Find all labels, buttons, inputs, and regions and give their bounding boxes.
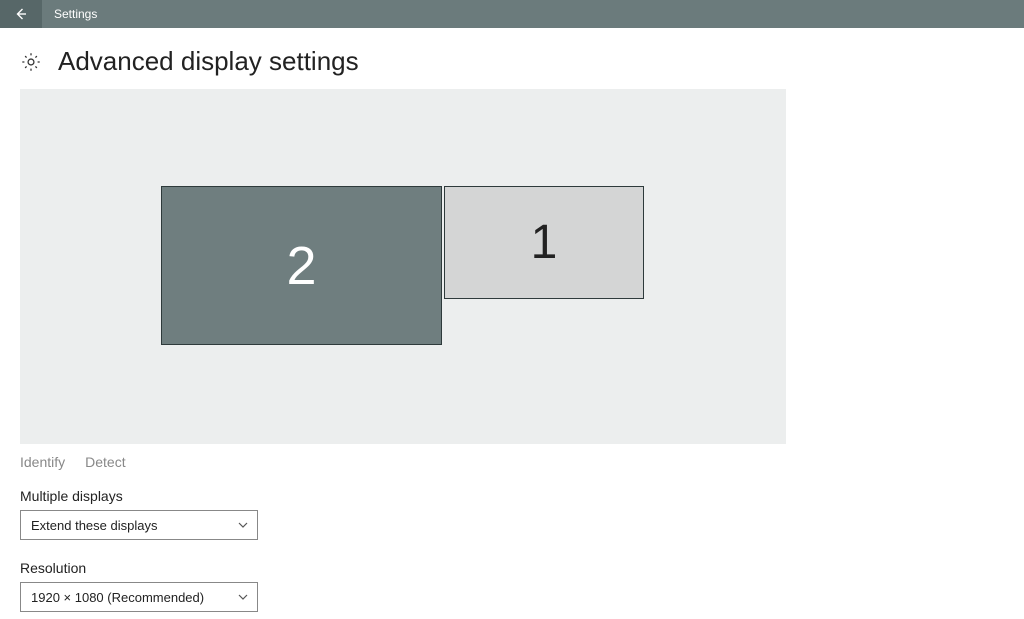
display-action-links: Identify Detect <box>20 454 1004 470</box>
monitor-1[interactable]: 1 <box>444 186 644 299</box>
monitor-2[interactable]: 2 <box>161 186 442 345</box>
back-button[interactable] <box>0 0 42 28</box>
resolution-label: Resolution <box>20 560 1004 576</box>
chevron-down-icon <box>237 591 249 603</box>
multiple-displays-dropdown[interactable]: Extend these displays <box>20 510 258 540</box>
page-header: Advanced display settings <box>20 46 1004 77</box>
display-arrangement-area[interactable]: 2 1 <box>20 89 786 444</box>
app-title: Settings <box>42 0 97 28</box>
arrow-left-icon <box>13 6 29 22</box>
multiple-displays-label: Multiple displays <box>20 488 1004 504</box>
page-title: Advanced display settings <box>58 46 359 77</box>
identify-link[interactable]: Identify <box>20 454 65 470</box>
detect-link[interactable]: Detect <box>85 454 125 470</box>
monitor-2-label: 2 <box>286 235 316 297</box>
monitor-1-label: 1 <box>531 215 558 270</box>
resolution-value: 1920 × 1080 (Recommended) <box>31 590 204 605</box>
gear-icon <box>20 51 42 73</box>
resolution-dropdown[interactable]: 1920 × 1080 (Recommended) <box>20 582 258 612</box>
chevron-down-icon <box>237 519 249 531</box>
titlebar: Settings <box>0 0 1024 28</box>
multiple-displays-value: Extend these displays <box>31 518 157 533</box>
content-area: Advanced display settings 2 1 Identify D… <box>0 28 1024 619</box>
